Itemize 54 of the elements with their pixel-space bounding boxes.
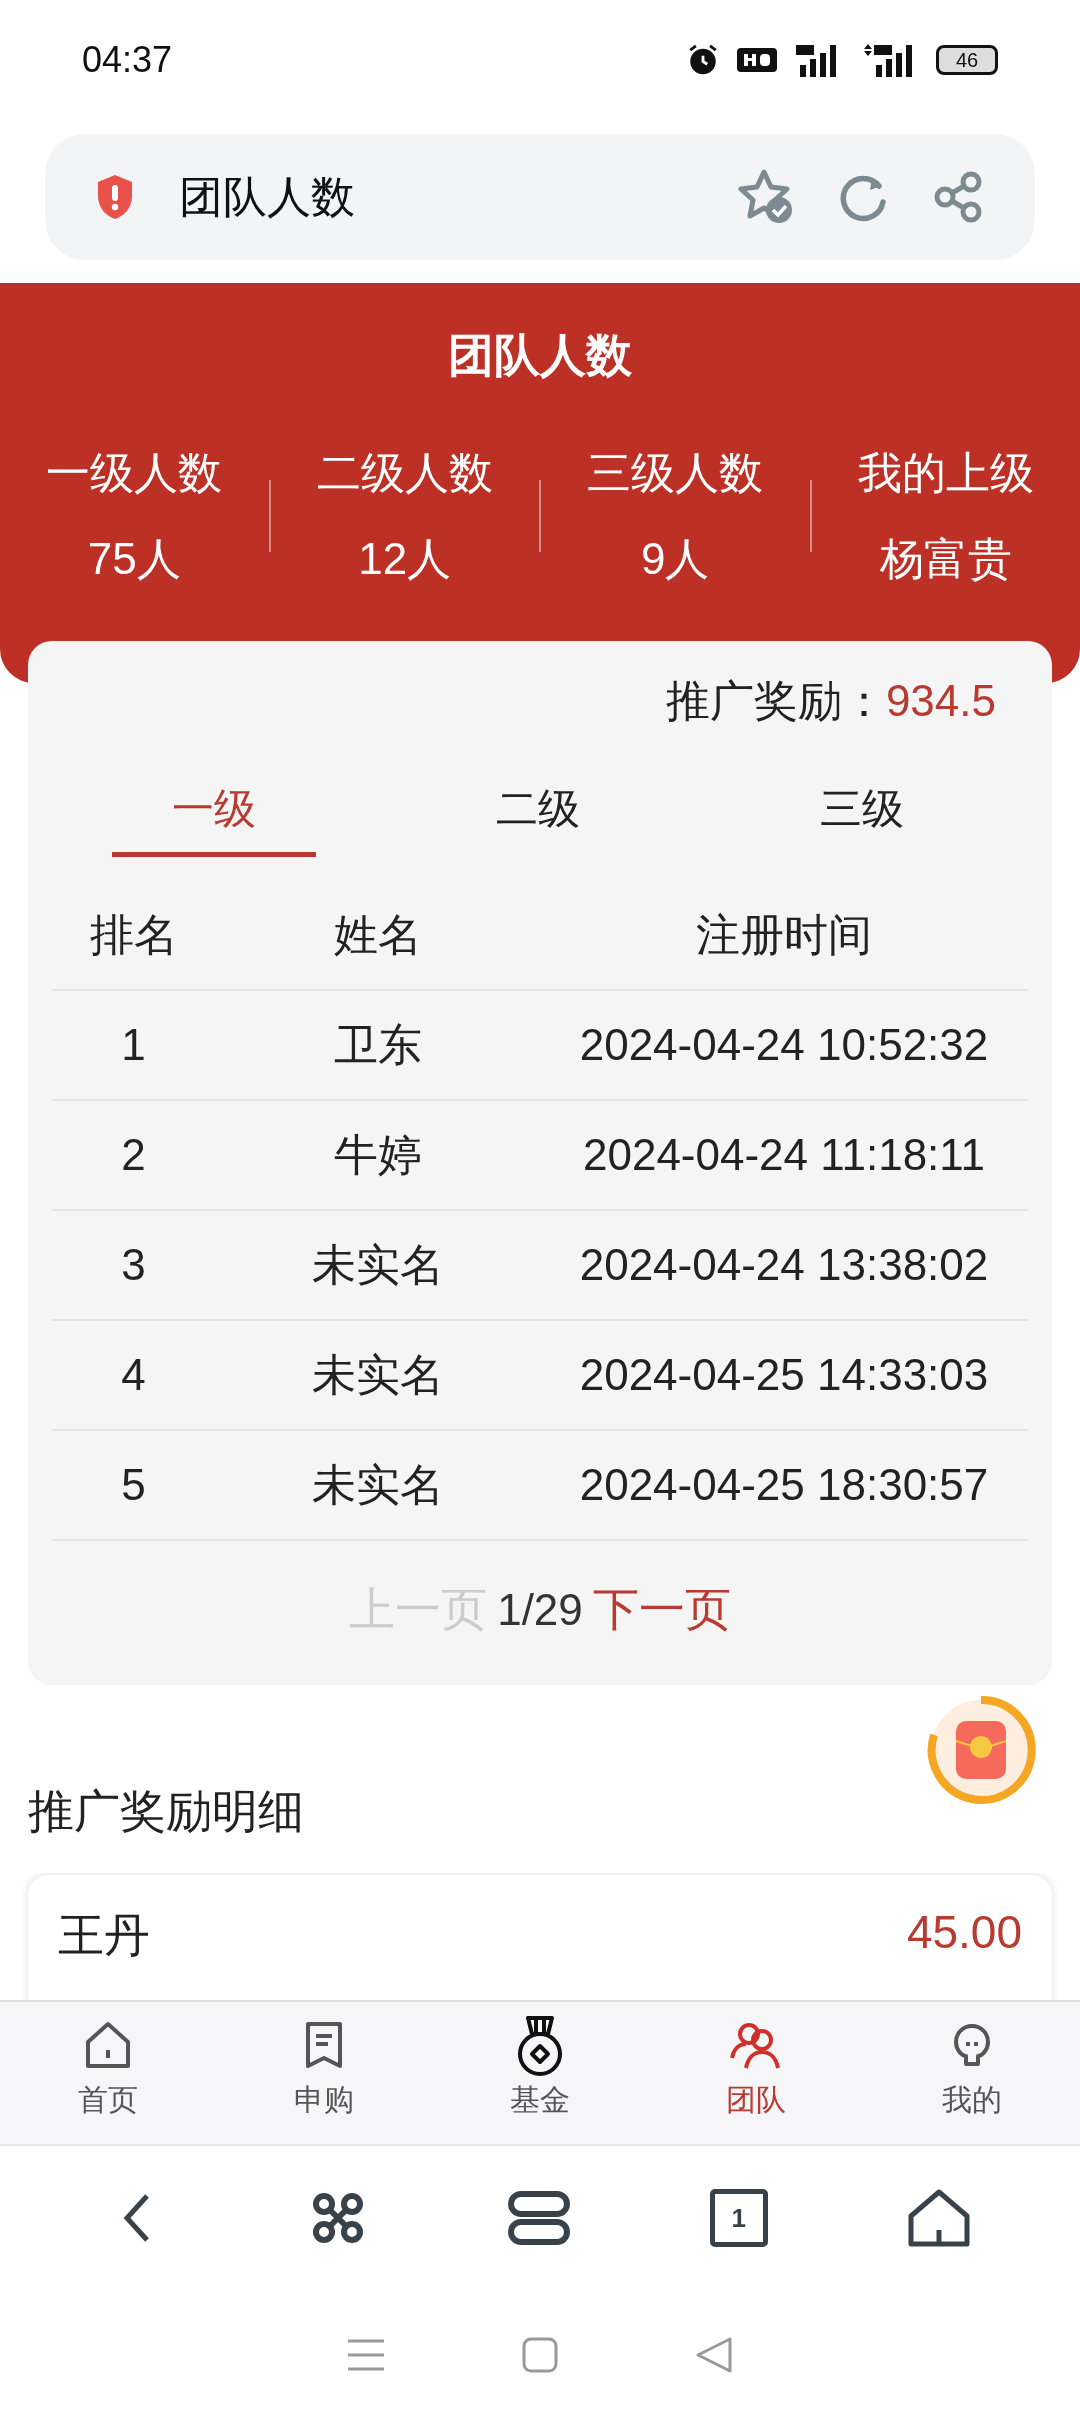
shield-icon: [95, 173, 135, 221]
table-cell: 2024-04-25 14:33:03: [579, 1350, 989, 1400]
address-bar[interactable]: 团队人数: [45, 134, 1035, 260]
table-cell-text: 未实名: [311, 1348, 444, 1401]
back-button-icon[interactable]: [694, 2335, 734, 2375]
hd-icon: [736, 45, 778, 75]
section-title: 推广奖励明细: [28, 1784, 305, 1839]
table-cell-text: 卫东: [333, 1018, 422, 1071]
table-cell: 2024-04-24 10:52:32: [579, 1020, 989, 1070]
table-cell-text: 未实名: [311, 1458, 444, 1511]
column-header: 姓名: [333, 908, 422, 961]
stat-label: 我的上级: [857, 447, 1034, 499]
level-tab[interactable]: 一级: [52, 781, 376, 857]
column-header: 排名: [89, 908, 178, 961]
nav-tab[interactable]: 我的: [864, 2002, 1080, 2144]
page-indicator: 1/29: [497, 1585, 583, 1635]
battery-icon: 46: [936, 45, 998, 75]
table-cell: 1: [121, 1020, 146, 1070]
table-cell: 4: [121, 1350, 146, 1400]
table-cell: 5: [121, 1460, 146, 1510]
table-cell: 3: [121, 1240, 146, 1290]
home-button-icon[interactable]: [520, 2335, 560, 2375]
header-title: 团队人数: [447, 328, 633, 383]
member-name: 王丹: [58, 1908, 150, 1963]
stat-value: 杨富贵: [879, 533, 1012, 585]
nav-tab[interactable]: 首页: [0, 2002, 216, 2144]
next-page-link[interactable]: 下一页: [592, 1579, 731, 1641]
nav-tab[interactable]: 申购: [216, 2002, 432, 2144]
table-cell-text: 未实名: [311, 1238, 444, 1291]
nav-tab[interactable]: 团队: [648, 2002, 864, 2144]
stat-value: 9人: [641, 533, 710, 585]
reward-amount: 45.00: [906, 1905, 1022, 1959]
home-icon[interactable]: [906, 2188, 971, 2248]
star-check-icon[interactable]: [737, 168, 795, 226]
reward-value: 934.5: [885, 676, 996, 726]
table-cell-text: 牛婷: [333, 1128, 422, 1181]
level-tab[interactable]: 三级: [700, 781, 1024, 857]
table-cell: 2024-04-25 18:30:57: [579, 1460, 989, 1510]
table-cell: 2: [121, 1130, 146, 1180]
tabs-button[interactable]: 1: [709, 2189, 768, 2247]
stat-value: 75人: [87, 533, 181, 585]
stat-label: 一级人数: [46, 447, 223, 499]
table-cell: 2024-04-24 11:18:11: [582, 1130, 985, 1180]
status-time: 04:37: [82, 39, 173, 81]
column-header: 注册时间: [696, 908, 872, 961]
stat-value: 12人: [358, 533, 452, 585]
reward-label: 推广奖励：: [665, 674, 886, 727]
table-cell: 2024-04-24 13:38:02: [579, 1240, 989, 1290]
level-tab[interactable]: 二级: [376, 781, 700, 857]
envelope-icon[interactable]: [926, 1695, 1036, 1805]
stat-label: 二级人数: [316, 447, 493, 499]
stat-label: 三级人数: [587, 447, 764, 499]
nav-tab[interactable]: 基金: [432, 2002, 648, 2144]
page-title: 团队人数: [179, 170, 355, 223]
